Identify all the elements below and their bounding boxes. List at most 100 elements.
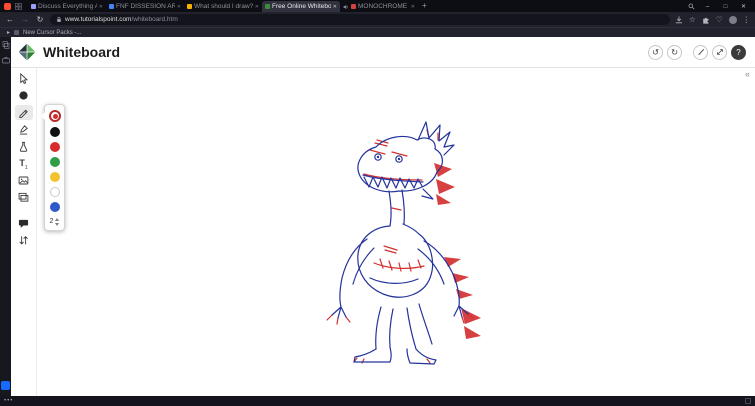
whiteboard-logo: [17, 42, 37, 62]
clear-brush-button[interactable]: [693, 44, 708, 60]
tool-swap[interactable]: [15, 233, 33, 248]
brush-icon: [697, 48, 704, 55]
reload-button[interactable]: ↻: [35, 15, 45, 24]
bookmark-item[interactable]: New Cursor Packs -...: [23, 30, 81, 36]
pencil-icon: [19, 109, 28, 118]
color-swatch-yellow[interactable]: [49, 172, 60, 182]
color-swatch-red[interactable]: [49, 142, 60, 152]
minimize-button[interactable]: –: [702, 4, 713, 10]
redo-button[interactable]: ↻: [667, 44, 682, 60]
url-text: www.tutorialspoint.com/whiteboard.htm: [65, 16, 178, 23]
tool-dot[interactable]: [15, 88, 33, 103]
text-tool-sub: 1: [24, 165, 28, 171]
whiteboard-page: Whiteboard ↺ ↻ ? « T 1 2: [11, 37, 755, 396]
pinned-app-icon[interactable]: [1, 381, 10, 390]
new-tab-button[interactable]: +: [422, 1, 427, 10]
cursor-icon: [20, 73, 29, 84]
page-header: Whiteboard ↺ ↻ ?: [11, 37, 755, 68]
dot-icon: [19, 91, 28, 100]
stroke-width-value[interactable]: 2: [50, 218, 54, 225]
profile-avatar[interactable]: [728, 15, 737, 24]
tab-what-to-draw[interactable]: What should I draw? | Fan... ✕: [184, 1, 262, 12]
color-swatch-green[interactable]: [49, 157, 60, 167]
browser-menu-icon[interactable]: ⋮: [743, 16, 751, 24]
color-swatch-blue[interactable]: [49, 202, 60, 212]
tab-audio-icon[interactable]: [343, 4, 349, 10]
color-swatch-black[interactable]: [49, 127, 60, 137]
current-color-indicator[interactable]: [48, 110, 61, 122]
canvas-area: « T 1 2: [11, 68, 755, 396]
canvas-drawing[interactable]: [37, 68, 755, 396]
address-bar[interactable]: www.tutorialspoint.com/whiteboard.htm: [50, 14, 671, 25]
bookmarks-chevron-icon[interactable]: ▸: [7, 29, 10, 36]
swap-arrows-icon: [19, 236, 28, 245]
tab-favicon: [31, 4, 36, 9]
maximize-button[interactable]: □: [720, 4, 731, 10]
status-right-icon[interactable]: [745, 398, 751, 404]
briefcase-icon[interactable]: [1, 56, 10, 64]
tab-bar: Discuss Everything About t... ✕ FNF DISS…: [0, 0, 755, 12]
tab-whiteboard-active[interactable]: Free Online Whiteboard ✕: [262, 1, 340, 12]
tool-marker[interactable]: [15, 122, 33, 137]
bookmark-star-icon[interactable]: ☆: [689, 16, 696, 24]
tool-pointer[interactable]: [15, 71, 33, 86]
image-icon: [18, 176, 29, 185]
marker-icon: [19, 125, 28, 135]
tool-chat[interactable]: [15, 216, 33, 231]
tab-close-icon[interactable]: ✕: [255, 4, 259, 10]
flask-icon: [19, 141, 28, 152]
tab-close-icon[interactable]: ✕: [411, 4, 415, 10]
spinner-down-icon[interactable]: [55, 222, 60, 226]
search-icon[interactable]: [688, 3, 695, 10]
browser-logo-icon[interactable]: [4, 3, 11, 10]
stroke-width-control: 2: [50, 218, 60, 226]
fullscreen-button[interactable]: [712, 44, 727, 60]
tab-title: FNF DISSESION ART - Go...: [116, 3, 175, 10]
url-host: www.tutorialspoint.com: [65, 16, 132, 23]
close-button[interactable]: ✕: [738, 3, 749, 10]
tab-discuss[interactable]: Discuss Everything About t... ✕: [28, 1, 106, 12]
undo-button[interactable]: ↺: [648, 44, 663, 60]
bookmark-favicon: [14, 30, 20, 35]
tab-favicon: [351, 4, 356, 9]
header-actions: ↺ ↻ ?: [648, 44, 746, 60]
monster-red-marks: [326, 129, 474, 364]
tool-gallery[interactable]: [15, 190, 33, 205]
collapse-panel-icon[interactable]: «: [745, 69, 750, 79]
tab-monochrome[interactable]: MONOCHROME (Chur... ✕: [340, 1, 418, 12]
status-bar: •••: [0, 396, 755, 406]
spinner-up-icon[interactable]: [55, 218, 60, 221]
page-title: Whiteboard: [43, 44, 120, 60]
forward-button[interactable]: →: [20, 15, 30, 24]
tool-image[interactable]: [15, 173, 33, 188]
titlebar-controls: – □ ✕: [688, 3, 752, 12]
help-button[interactable]: ?: [731, 44, 746, 60]
tab-close-icon[interactable]: ✕: [99, 4, 103, 10]
tab-title: MONOCHROME (Chur...: [358, 3, 409, 10]
tab-close-icon[interactable]: ✕: [177, 4, 181, 10]
back-button[interactable]: ←: [5, 15, 15, 24]
tab-title: Free Online Whiteboard: [272, 3, 331, 10]
tab-favicon: [187, 4, 192, 9]
stroke-width-spinner: [55, 218, 60, 226]
extensions-icon[interactable]: [702, 16, 710, 24]
main-row: Whiteboard ↺ ↻ ? « T 1 2: [0, 37, 755, 396]
favorites-heart-icon[interactable]: ♡: [716, 16, 723, 24]
color-swatch-white[interactable]: [49, 187, 60, 197]
sidebar-more-button[interactable]: •••: [4, 398, 13, 404]
download-icon[interactable]: [675, 15, 683, 24]
tab-close-icon[interactable]: ✕: [333, 4, 337, 10]
url-path: /whiteboard.htm: [131, 16, 178, 23]
tab-favicon: [109, 4, 114, 9]
tool-pencil[interactable]: [14, 105, 33, 120]
browser-window: Discuss Everything About t... ✕ FNF DISS…: [0, 0, 755, 406]
navbar-action-icons: ☆ ♡ ⋮: [675, 15, 751, 24]
tool-flask[interactable]: [15, 139, 33, 154]
resize-icon: [716, 49, 723, 55]
gallery-icon: [18, 192, 29, 202]
tool-text[interactable]: T 1: [15, 156, 33, 171]
workspaces-icon[interactable]: [15, 3, 22, 10]
tab-fnf-art[interactable]: FNF DISSESION ART - Go... ✕: [106, 1, 184, 12]
pages-icon[interactable]: [2, 41, 10, 49]
navigation-bar: ← → ↻ www.tutorialspoint.com/whiteboard.…: [0, 12, 755, 27]
